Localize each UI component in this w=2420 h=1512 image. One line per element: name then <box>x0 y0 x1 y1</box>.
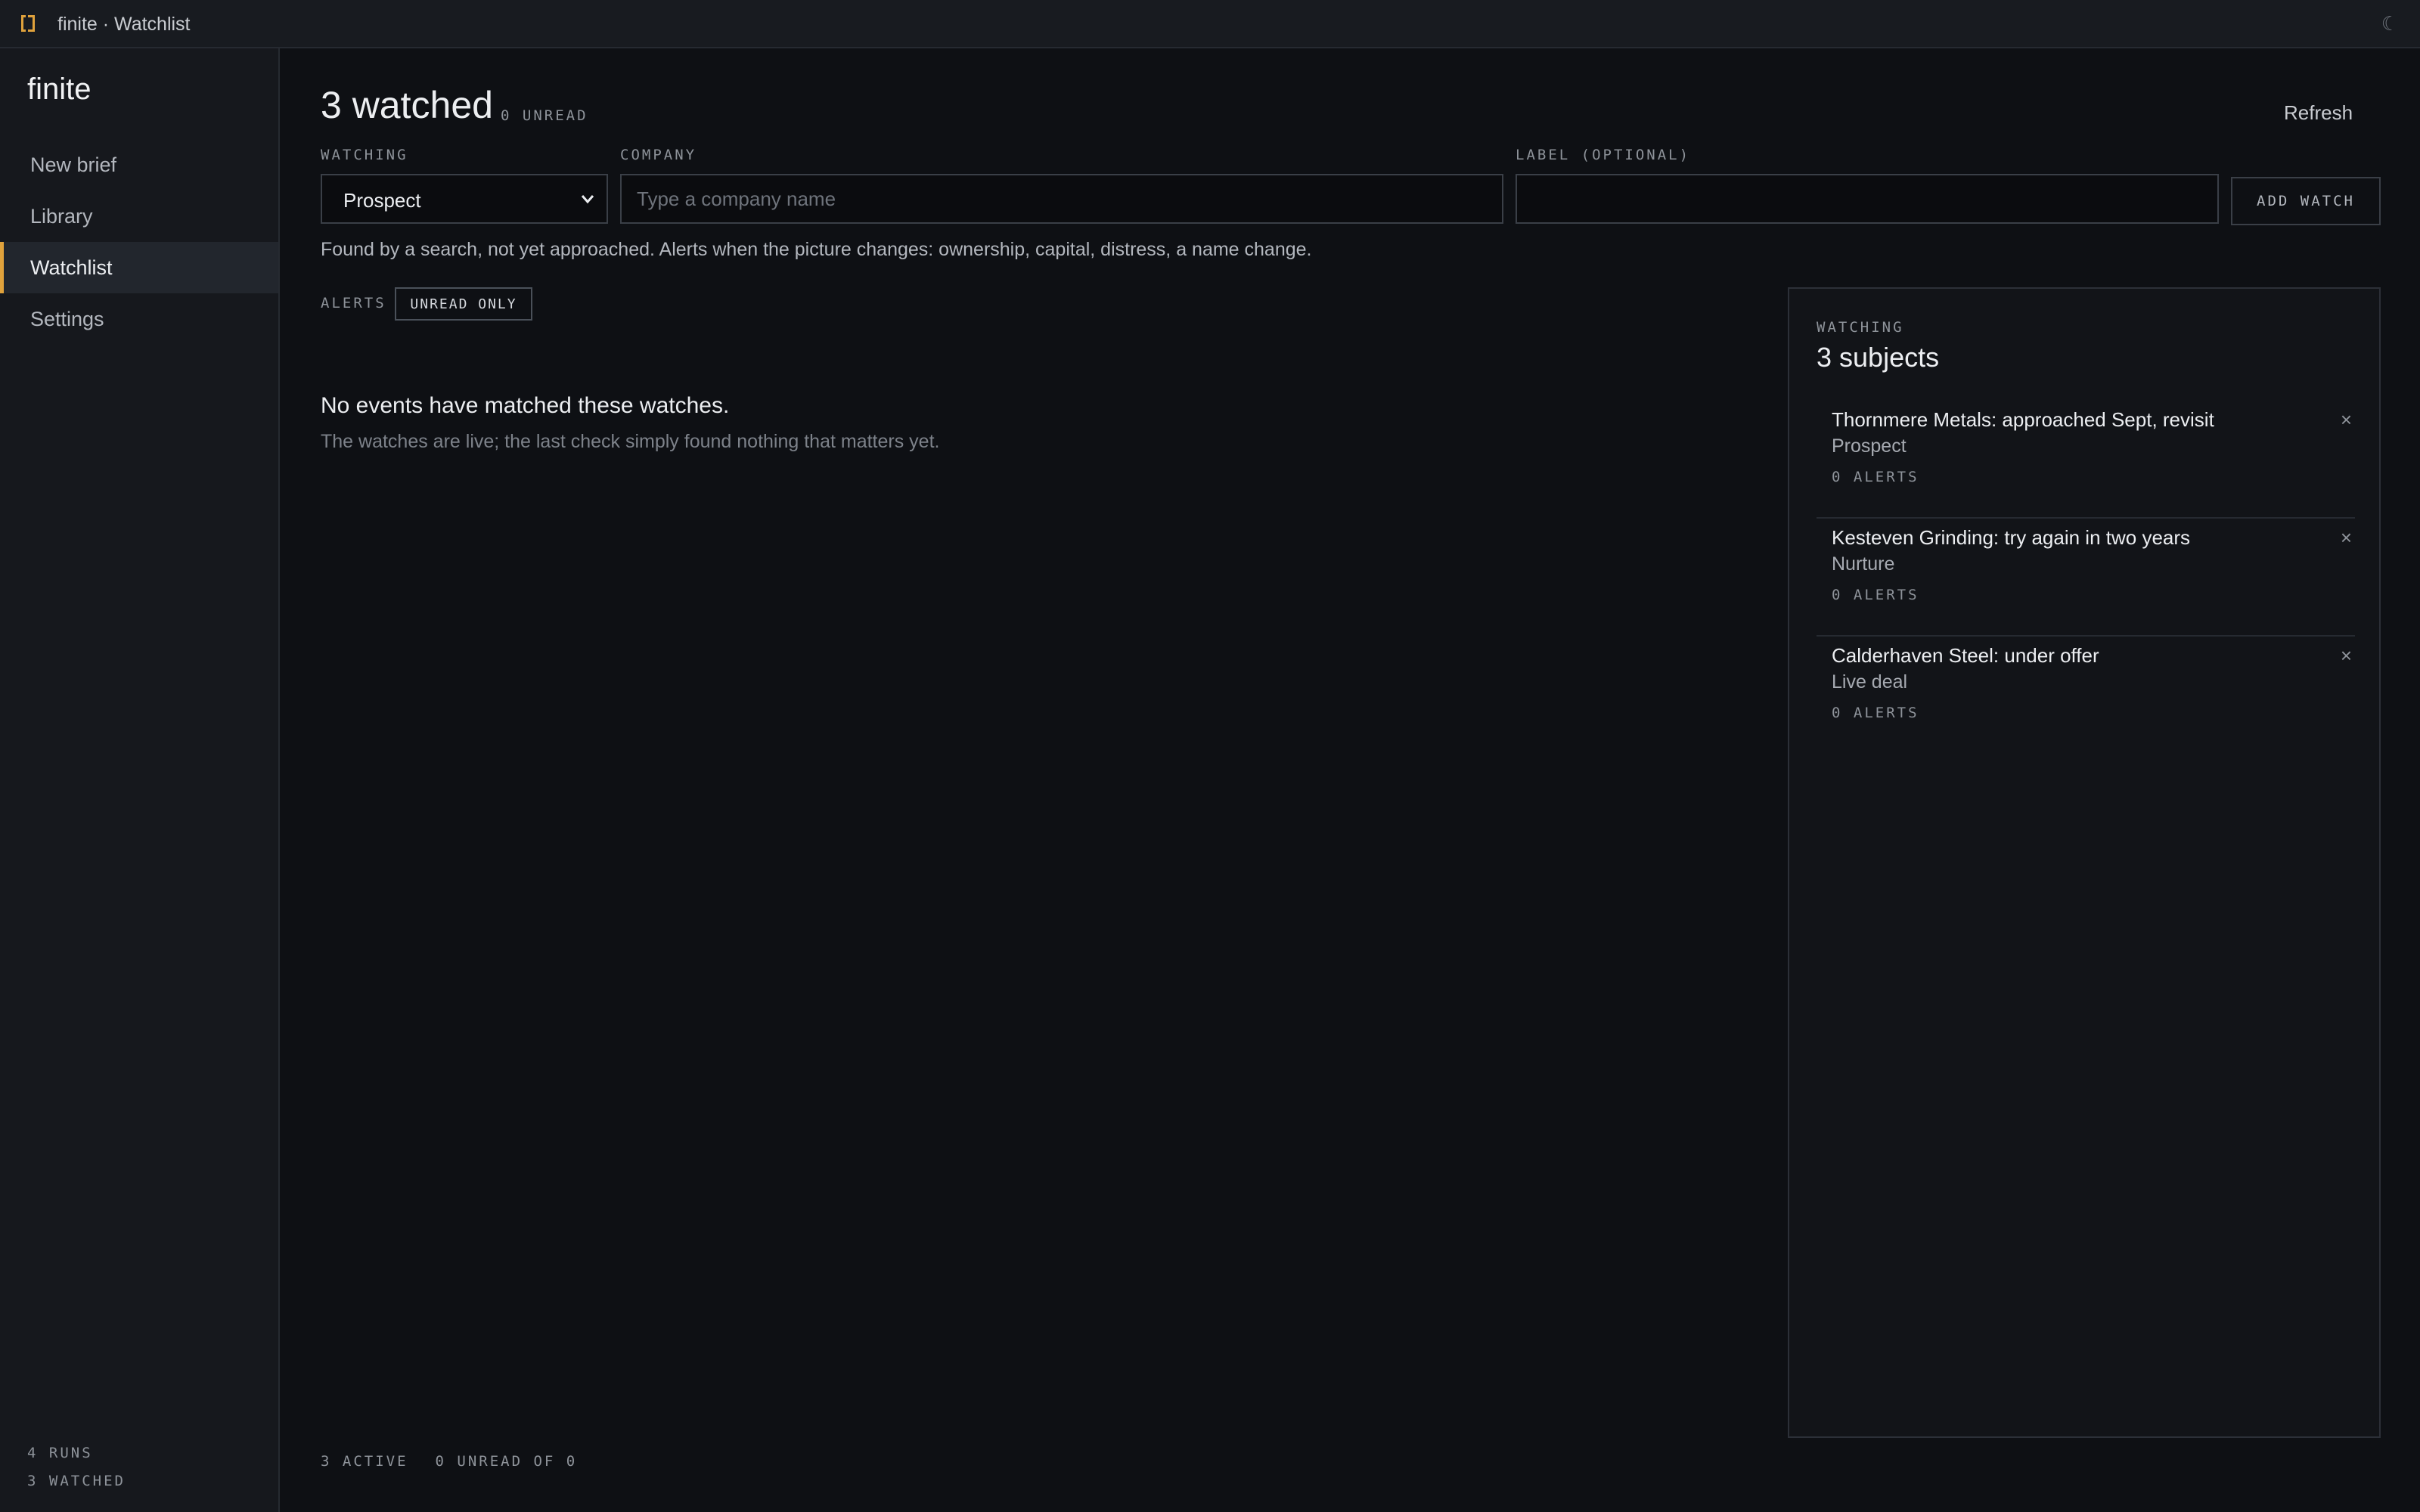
label-input[interactable] <box>1516 174 2219 224</box>
sidebar-item-watchlist[interactable]: Watchlist <box>0 242 278 293</box>
watch-alerts: 0 ALERTS <box>1832 705 1919 721</box>
chevron-down-icon <box>581 195 594 204</box>
title-bar: finite · Watchlist ☾ <box>0 0 2420 48</box>
watch-status: Prospect <box>1832 435 1907 457</box>
panel-title: 3 subjects <box>1817 342 1940 373</box>
footer-stats: 3 ACTIVE 0 UNREAD OF 0 <box>321 1453 604 1470</box>
watch-alerts: 0 ALERTS <box>1832 587 1919 603</box>
watching-select-value: Prospect <box>343 189 421 212</box>
empty-state-subtitle: The watches are live; the last check sim… <box>321 431 940 452</box>
watching-label: WATCHING <box>321 147 408 163</box>
active-count: 3 ACTIVE <box>321 1453 408 1470</box>
empty-state-title: No events have matched these watches. <box>321 393 730 418</box>
watched-count: 3 WATCHED <box>27 1473 126 1489</box>
watch-status: Live deal <box>1832 671 1908 692</box>
add-watch-button[interactable]: ADD WATCH <box>2231 177 2381 225</box>
sidebar: finite New brief Library Watchlist Setti… <box>0 48 280 1512</box>
panel-label: WATCHING <box>1817 319 1904 336</box>
brand-name: finite <box>27 73 92 106</box>
unread-only-toggle[interactable]: UNREAD ONLY <box>395 287 532 321</box>
watch-name: Kesteven Grinding: try again in two year… <box>1832 526 2191 549</box>
refresh-button[interactable]: Refresh <box>2284 101 2353 125</box>
sidebar-stats: 4 RUNS 3 WATCHED <box>27 1439 126 1495</box>
watch-list: Thornmere Metals: approached Sept, revis… <box>1817 401 2355 754</box>
unread-summary: 0 UNREAD OF 0 <box>435 1453 578 1470</box>
watching-panel: WATCHING 3 subjects Thornmere Metals: ap… <box>1788 287 2381 1438</box>
close-icon[interactable]: × <box>2341 526 2352 550</box>
alerts-label: ALERTS <box>321 295 386 311</box>
close-icon[interactable]: × <box>2341 408 2352 432</box>
list-item[interactable]: Calderhaven Steel: under offer Live deal… <box>1817 637 2355 754</box>
helper-text: Found by a search, not yet approached. A… <box>321 239 1312 260</box>
close-icon[interactable]: × <box>2341 644 2352 668</box>
watch-name: Calderhaven Steel: under offer <box>1832 644 2099 667</box>
company-label: COMPANY <box>620 147 697 163</box>
company-input[interactable] <box>620 174 1503 224</box>
sidebar-item-new-brief[interactable]: New brief <box>0 139 278 191</box>
moon-icon[interactable]: ☾ <box>2381 12 2399 36</box>
list-item[interactable]: Kesteven Grinding: try again in two year… <box>1817 519 2355 637</box>
watching-select[interactable]: Prospect <box>321 174 608 224</box>
runs-count: 4 RUNS <box>27 1445 93 1461</box>
sidebar-item-library[interactable]: Library <box>0 191 278 242</box>
unread-badge: 0 UNREAD <box>501 107 588 124</box>
app-logo-icon <box>21 15 35 32</box>
label-field-label: LABEL (OPTIONAL) <box>1516 147 1691 163</box>
sidebar-item-settings[interactable]: Settings <box>0 293 278 345</box>
watch-name: Thornmere Metals: approached Sept, revis… <box>1832 408 2214 431</box>
sidebar-nav: New brief Library Watchlist Settings <box>0 139 278 345</box>
window-title: finite · Watchlist <box>57 14 191 35</box>
watch-status: Nurture <box>1832 553 1895 575</box>
list-item[interactable]: Thornmere Metals: approached Sept, revis… <box>1817 401 2355 519</box>
watch-alerts: 0 ALERTS <box>1832 469 1919 485</box>
page-title: 3 watched <box>321 84 493 126</box>
